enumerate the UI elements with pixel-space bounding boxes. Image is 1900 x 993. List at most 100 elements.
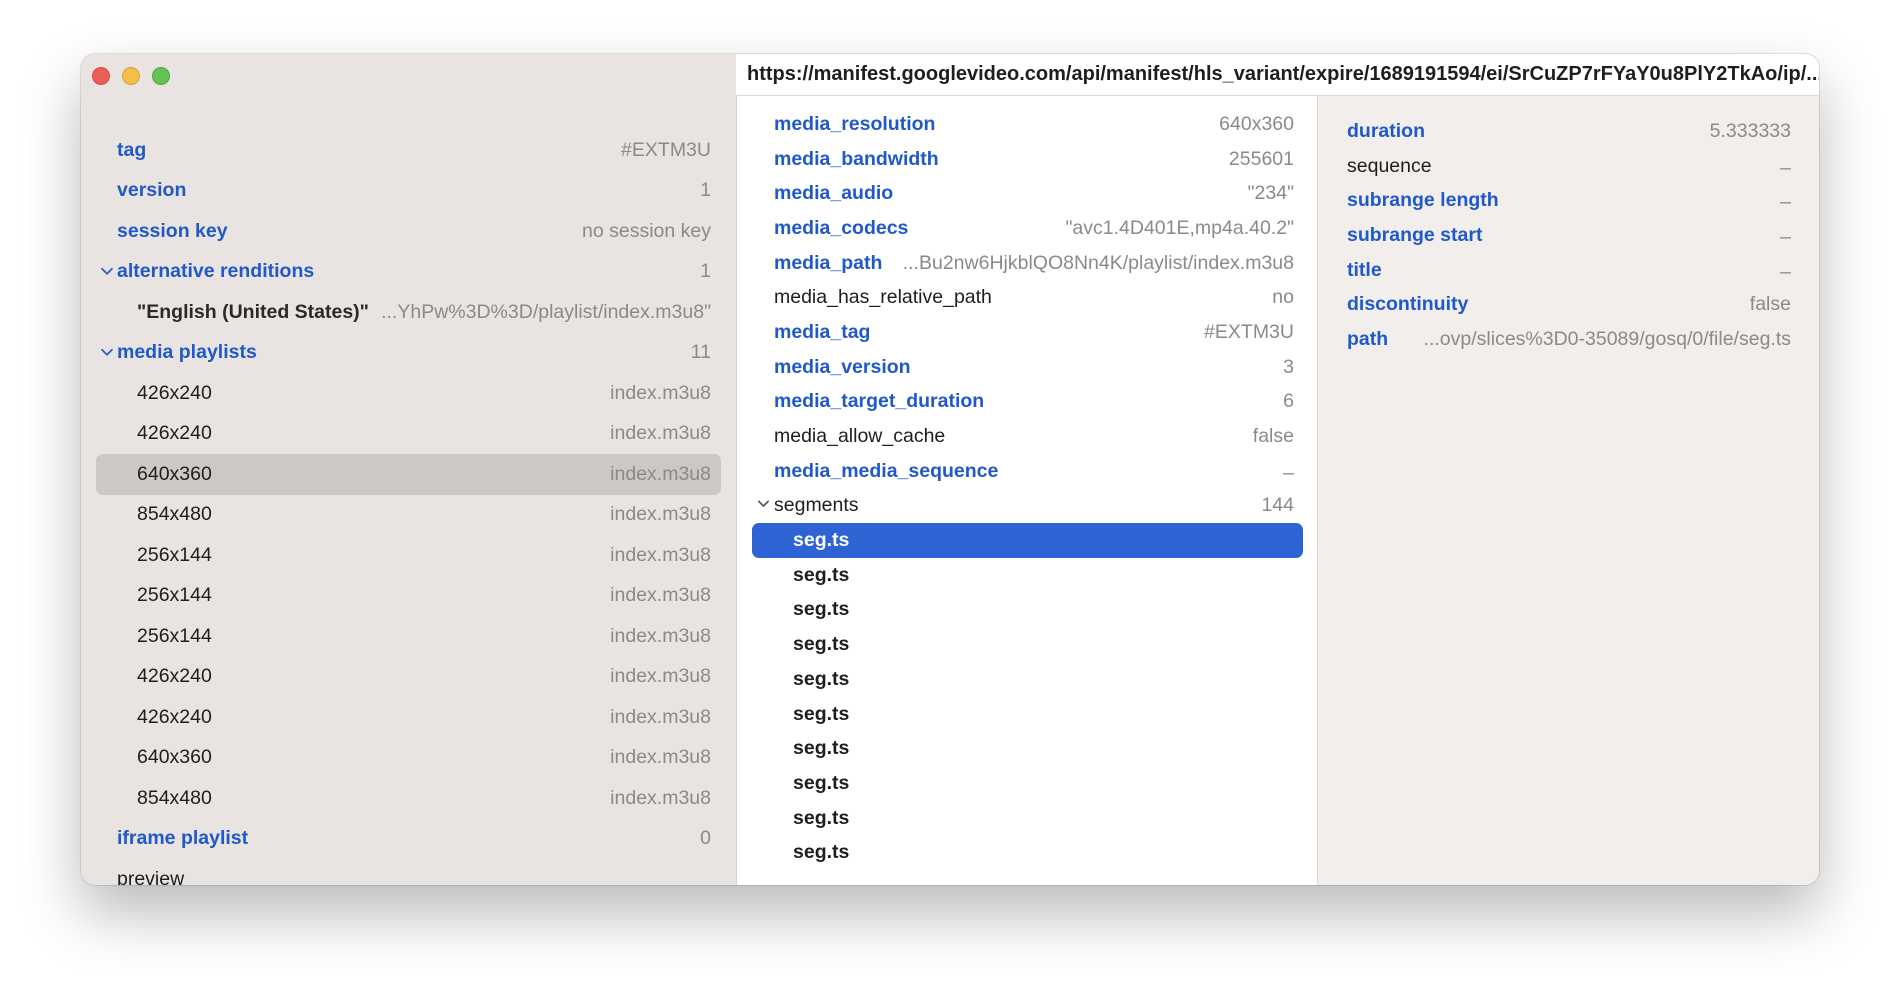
minimize-window-button[interactable] <box>122 67 140 85</box>
field-row[interactable]: media_tag #EXTM3U <box>737 315 1318 350</box>
field-label: media_path <box>774 251 883 274</box>
sidebar-item-playlist[interactable]: 426x240 index.m3u8 <box>96 657 721 698</box>
chevron-down-icon[interactable] <box>757 497 770 513</box>
sidebar-item-label: 854x480 <box>137 503 212 526</box>
sidebar-item-playlist-selected[interactable]: 640x360 index.m3u8 <box>96 454 721 495</box>
sidebar-item-playlist[interactable]: 854x480 index.m3u8 <box>96 495 721 536</box>
segment-row[interactable]: seg.ts <box>752 801 1303 836</box>
segment-label: seg.ts <box>793 598 850 621</box>
field-row[interactable]: media_bandwidth 255601 <box>737 142 1318 177</box>
segment-label: seg.ts <box>793 529 850 552</box>
segment-row[interactable]: seg.ts <box>752 662 1303 697</box>
chevron-down-icon[interactable] <box>100 345 114 359</box>
segment-row-selected[interactable]: seg.ts <box>752 523 1303 558</box>
sidebar-item-rendition[interactable]: "English (United States)" ...YhPw%3D%3D/… <box>96 292 721 333</box>
segment-label: seg.ts <box>793 563 850 586</box>
zoom-window-button[interactable] <box>152 67 170 85</box>
sidebar-item-tag[interactable]: tag #EXTM3U <box>96 130 721 171</box>
sidebar-item-playlist[interactable]: 854x480 index.m3u8 <box>96 778 721 819</box>
sidebar-item-version[interactable]: version 1 <box>96 171 721 212</box>
detail-row[interactable]: subrange length – <box>1318 183 1819 218</box>
detail-row[interactable]: title – <box>1318 253 1819 288</box>
sidebar-item-label: preview <box>117 867 185 885</box>
detail-label: sequence <box>1347 154 1432 177</box>
field-label: media_allow_cache <box>774 425 946 448</box>
detail-value: false <box>1749 293 1791 316</box>
detail-label: path <box>1347 327 1389 350</box>
field-row[interactable]: media_media_sequence – <box>737 454 1318 489</box>
field-label: media_has_relative_path <box>774 286 992 309</box>
segment-row[interactable]: seg.ts <box>752 766 1303 801</box>
field-row[interactable]: media_codecs "avc1.4D401E,mp4a.40.2" <box>737 211 1318 246</box>
segment-row[interactable]: seg.ts <box>752 731 1303 766</box>
sidebar-item-label: session key <box>117 219 228 242</box>
sidebar-item-value: index.m3u8 <box>610 746 711 769</box>
sidebar-item-playlist[interactable]: 426x240 index.m3u8 <box>96 373 721 414</box>
detail-row[interactable]: sequence – <box>1318 149 1819 184</box>
detail-value: – <box>1780 226 1791 249</box>
field-row[interactable]: media_has_relative_path no <box>737 280 1318 315</box>
field-row[interactable]: media_allow_cache false <box>737 419 1318 454</box>
field-value: 255601 <box>1228 147 1294 170</box>
sidebar-item-label: 426x240 <box>137 665 212 688</box>
sidebar-group-media-playlists[interactable]: media playlists 11 <box>96 333 721 374</box>
field-row[interactable]: media_resolution 640x360 <box>737 107 1318 142</box>
detail-row[interactable]: path ...ovp/slices%3D0-35089/gosq/0/file… <box>1318 322 1819 357</box>
sidebar-item-playlist[interactable]: 426x240 index.m3u8 <box>96 697 721 738</box>
detail-row[interactable]: subrange start – <box>1318 218 1819 253</box>
sidebar-item-label: tag <box>117 138 147 161</box>
field-value: "234" <box>1247 182 1294 205</box>
field-row[interactable]: media_audio "234" <box>737 176 1318 211</box>
sidebar-item-value: index.m3u8 <box>610 584 711 607</box>
detail-label: title <box>1347 258 1382 281</box>
segment-label: seg.ts <box>793 737 850 760</box>
sidebar-item-playlist[interactable]: 256x144 index.m3u8 <box>96 535 721 576</box>
sidebar-item-session-key[interactable]: session key no session key <box>96 211 721 252</box>
close-window-button[interactable] <box>92 67 110 85</box>
detail-value: – <box>1780 191 1791 214</box>
field-row[interactable]: media_target_duration 6 <box>737 385 1318 420</box>
segment-row[interactable]: seg.ts <box>752 835 1303 870</box>
sidebar-item-label: "English (United States)" <box>137 300 369 323</box>
sidebar-item-value: index.m3u8 <box>610 786 711 809</box>
detail-label: subrange start <box>1347 223 1483 246</box>
sidebar-item-label: 256x144 <box>137 584 212 607</box>
sidebar: tag #EXTM3U version 1 session key no ses… <box>81 54 736 885</box>
sidebar-item-value: 1 <box>700 260 711 283</box>
sidebar-item-label: 426x240 <box>137 705 212 728</box>
app-window: tag #EXTM3U version 1 session key no ses… <box>81 54 1819 885</box>
sidebar-item-playlist[interactable]: 426x240 index.m3u8 <box>96 414 721 455</box>
sidebar-item-value: 1 <box>700 179 711 202</box>
sidebar-item-preview[interactable]: preview <box>96 859 721 885</box>
segment-label: seg.ts <box>793 841 850 864</box>
field-value: ...Bu2nw6HjkblQO8Nn4K/playlist/index.m3u… <box>902 251 1294 274</box>
segment-row[interactable]: seg.ts <box>752 697 1303 732</box>
segment-row[interactable]: seg.ts <box>752 558 1303 593</box>
sidebar-item-label: version <box>117 179 187 202</box>
segments-group[interactable]: segments 144 <box>737 489 1318 524</box>
field-value: 3 <box>1283 355 1294 378</box>
field-label: media_codecs <box>774 216 909 239</box>
field-value: 640x360 <box>1219 112 1294 135</box>
segment-label: seg.ts <box>793 667 850 690</box>
sidebar-item-value: index.m3u8 <box>610 624 711 647</box>
field-row[interactable]: media_version 3 <box>737 350 1318 385</box>
chevron-down-icon[interactable] <box>100 264 114 278</box>
sidebar-tree: tag #EXTM3U version 1 session key no ses… <box>81 130 736 885</box>
sidebar-item-playlist[interactable]: 256x144 index.m3u8 <box>96 576 721 617</box>
sidebar-item-playlist[interactable]: 640x360 index.m3u8 <box>96 738 721 779</box>
detail-value: – <box>1780 156 1791 179</box>
detail-row[interactable]: discontinuity false <box>1318 287 1819 322</box>
field-row[interactable]: media_path ...Bu2nw6HjkblQO8Nn4K/playlis… <box>737 246 1318 281</box>
field-label: media_tag <box>774 320 871 343</box>
segment-row[interactable]: seg.ts <box>752 593 1303 628</box>
sidebar-item-playlist[interactable]: 256x144 index.m3u8 <box>96 616 721 657</box>
sidebar-item-value: index.m3u8 <box>610 543 711 566</box>
detail-row[interactable]: duration 5.333333 <box>1318 114 1819 149</box>
field-label: media_target_duration <box>774 390 985 413</box>
field-label: media_version <box>774 355 911 378</box>
sidebar-item-value: no session key <box>582 219 711 242</box>
sidebar-group-alternative-renditions[interactable]: alternative renditions 1 <box>96 252 721 293</box>
segment-row[interactable]: seg.ts <box>752 627 1303 662</box>
sidebar-item-iframe-playlist[interactable]: iframe playlist 0 <box>96 819 721 860</box>
